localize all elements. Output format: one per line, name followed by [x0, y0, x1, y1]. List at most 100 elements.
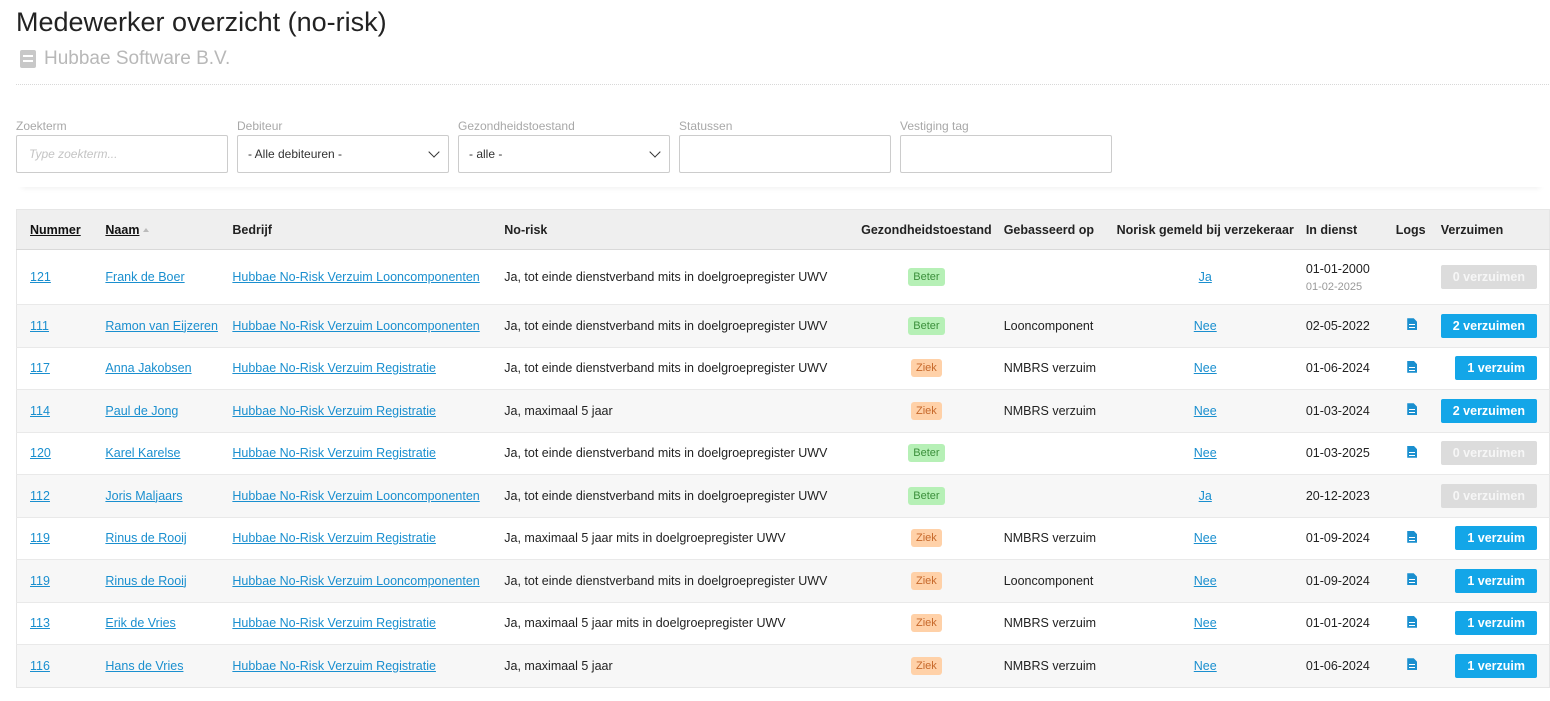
gemeld-link[interactable]: Nee — [1194, 404, 1217, 418]
verzuimen-button[interactable]: 0 verzuimen — [1440, 265, 1537, 289]
bedrijf-link[interactable]: Hubbae No-Risk Verzuim Looncomponenten — [232, 270, 479, 284]
nummer-link[interactable]: 119 — [30, 574, 50, 588]
th-nummer-label[interactable]: Nummer — [30, 223, 81, 237]
naam-link[interactable]: Joris Maljaars — [105, 489, 182, 503]
nummer-link[interactable]: 114 — [30, 404, 50, 418]
indienst-date: 01-03-2025 — [1305, 446, 1370, 461]
gemeld-link[interactable]: Nee — [1194, 659, 1217, 673]
gemeld-link[interactable]: Nee — [1194, 446, 1217, 460]
nummer-link[interactable]: 121 — [30, 270, 51, 284]
document-icon[interactable] — [1407, 403, 1418, 416]
th-naam-label[interactable]: Naam — [105, 223, 139, 237]
table-row: 119 Rinus de Rooij Hubbae No-Risk Verzuim … — [16, 559, 1550, 602]
naam-link[interactable]: Ramon van Eijzeren — [105, 319, 218, 333]
cell-norisk: Ja, tot einde dienstverband mits in doel… — [498, 559, 856, 602]
gemeld-link[interactable]: Ja — [1199, 270, 1212, 284]
gemeld-link[interactable]: Nee — [1194, 319, 1217, 333]
cell-gemeld: Nee — [1110, 304, 1300, 347]
cell-nummer: 119 — [16, 516, 100, 560]
cell-gebaseerd: NMBRS verzuim — [997, 644, 1111, 687]
naam-link[interactable]: Paul de Jong — [105, 404, 178, 418]
nummer-link[interactable]: 113 — [30, 616, 50, 630]
vestiging-input[interactable] — [900, 135, 1112, 173]
cell-logs — [1389, 559, 1435, 602]
bedrijf-link[interactable]: Hubbae No-Risk Verzuim Registratie — [232, 361, 436, 375]
nummer-link[interactable]: 120 — [30, 446, 51, 460]
cell-norisk: Ja, tot einde dienstverband mits in doel… — [498, 431, 856, 475]
bedrijf-link[interactable]: Hubbae No-Risk Verzuim Registratie — [232, 404, 436, 418]
status-badge: Beter — [908, 268, 945, 286]
gemeld-link[interactable]: Nee — [1194, 361, 1217, 375]
document-icon[interactable] — [1407, 360, 1418, 373]
nummer-link[interactable]: 111 — [30, 319, 49, 333]
gemeld-link[interactable]: Nee — [1194, 531, 1217, 545]
document-icon[interactable] — [1407, 658, 1418, 671]
verzuimen-button[interactable]: 0 verzuimen — [1440, 441, 1537, 466]
cell-verzuimen: 2 verzuimen — [1434, 304, 1550, 347]
document-icon[interactable] — [1407, 573, 1418, 586]
search-input[interactable] — [27, 146, 217, 162]
bedrijf-link[interactable]: Hubbae No-Risk Verzuim Registratie — [232, 446, 436, 460]
cell-norisk: Ja, tot einde dienstverband mits in doel… — [498, 346, 856, 390]
naam-link[interactable]: Frank de Boer — [105, 270, 184, 284]
bedrijf-link[interactable]: Hubbae No-Risk Verzuim Looncomponenten — [232, 574, 479, 588]
naam-link[interactable]: Rinus de Rooij — [105, 574, 186, 588]
th-gemeld: Norisk gemeld bij verzekeraar — [1110, 209, 1300, 250]
table-row: 121 Frank de Boer Hubbae No-Risk Verzuim L… — [16, 249, 1550, 305]
document-icon[interactable] — [1407, 615, 1418, 628]
cell-gebaseerd: NMBRS verzuim — [997, 601, 1111, 645]
cell-bedrijf: Hubbae No-Risk Verzuim Registratie — [226, 516, 499, 560]
verzuimen-button[interactable]: 1 verzuim — [1455, 611, 1537, 636]
indienst-date: 01-01-2000 — [1305, 261, 1370, 276]
cell-nummer: 114 — [16, 389, 100, 432]
document-icon[interactable] — [1407, 530, 1418, 543]
naam-link[interactable]: Hans de Vries — [105, 659, 183, 673]
document-icon[interactable] — [1407, 318, 1418, 331]
naam-link[interactable]: Karel Karelse — [105, 446, 180, 460]
cell-norisk: Ja, tot einde dienstverband mits in doel… — [498, 249, 856, 305]
naam-link[interactable]: Erik de Vries — [105, 616, 175, 630]
verzuimen-button[interactable]: 0 verzuimen — [1440, 483, 1537, 508]
cell-nummer: 117 — [16, 346, 100, 390]
cell-gemeld: Nee — [1110, 516, 1300, 560]
nummer-link[interactable]: 119 — [30, 531, 50, 545]
verzuimen-button[interactable]: 2 verzuimen — [1440, 398, 1537, 423]
cell-logs — [1389, 474, 1435, 517]
th-gebaseerd: Gebasseerd op — [997, 209, 1111, 250]
verzuimen-button[interactable]: 1 verzuim — [1455, 356, 1537, 381]
gemeld-link[interactable]: Nee — [1194, 616, 1217, 630]
verzuimen-button[interactable]: 1 verzuim — [1455, 568, 1537, 593]
gemeld-link[interactable]: Nee — [1194, 574, 1217, 588]
naam-link[interactable]: Anna Jakobsen — [105, 361, 191, 375]
statussen-input[interactable] — [679, 135, 891, 173]
chevron-down-icon — [649, 146, 661, 158]
nummer-link[interactable]: 117 — [30, 361, 50, 375]
bedrijf-link[interactable]: Hubbae No-Risk Verzuim Looncomponenten — [232, 489, 479, 503]
status-badge: Ziek — [911, 571, 942, 590]
nummer-link[interactable]: 112 — [30, 489, 50, 503]
document-icon[interactable] — [1407, 445, 1418, 458]
th-nummer[interactable]: Nummer — [16, 209, 100, 250]
verzuimen-button[interactable]: 1 verzuim — [1455, 526, 1537, 551]
cell-logs — [1389, 346, 1435, 390]
cell-gezondheid: Ziek — [855, 559, 998, 602]
verzuimen-button[interactable]: 2 verzuimen — [1440, 313, 1537, 338]
cell-nummer: 120 — [16, 431, 100, 475]
bedrijf-link[interactable]: Hubbae No-Risk Verzuim Looncomponenten — [232, 319, 479, 333]
naam-link[interactable]: Rinus de Rooij — [105, 531, 186, 545]
bedrijf-link[interactable]: Hubbae No-Risk Verzuim Registratie — [232, 616, 436, 630]
cell-verzuimen: 1 verzuim — [1434, 516, 1550, 560]
nummer-link[interactable]: 116 — [30, 659, 50, 673]
table-row: 113 Erik de Vries Hubbae No-Risk Verzuim R… — [16, 601, 1550, 645]
bedrijf-link[interactable]: Hubbae No-Risk Verzuim Registratie — [232, 659, 436, 673]
cell-naam: Rinus de Rooij — [99, 516, 227, 560]
verzuimen-button[interactable]: 1 verzuim — [1455, 653, 1537, 678]
cell-gezondheid: Ziek — [855, 389, 998, 432]
gemeld-link[interactable]: Ja — [1199, 489, 1212, 503]
th-naam[interactable]: Naam — [99, 209, 227, 250]
debiteur-select[interactable]: - Alle debiteuren - — [237, 135, 449, 173]
cell-nummer: 113 — [16, 601, 100, 645]
uitdienst-date: 01-02-2025 — [1305, 280, 1363, 293]
gezondheid-select[interactable]: - alle - — [458, 135, 670, 173]
bedrijf-link[interactable]: Hubbae No-Risk Verzuim Registratie — [232, 531, 436, 545]
